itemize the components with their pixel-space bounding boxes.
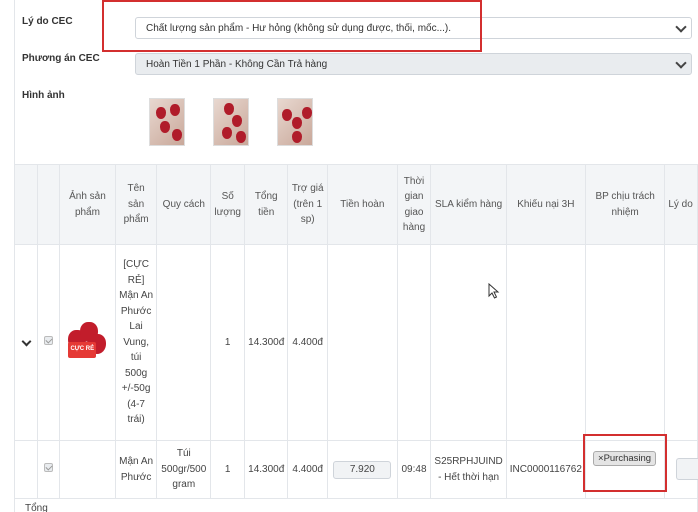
product-image-tag: CỰC RẺ	[68, 342, 97, 358]
product-name: [CỰC RẺ] Mận An Phước Lai Vung, túi 500g…	[114, 244, 158, 441]
col-header-complaint: Khiếu nại 3H	[505, 164, 586, 245]
evidence-image-3[interactable]	[277, 98, 313, 146]
col-header-subsidy: Trợ giá (trên 1 sp)	[287, 164, 329, 245]
chevron-down-icon	[675, 21, 687, 33]
col-header-spec: Quy cách	[156, 164, 212, 245]
sla-status: S25RPHJUIND - Hết thời hạn	[430, 440, 507, 499]
product-image-cell: CỰC RẺ	[59, 244, 116, 441]
chevron-down-icon	[675, 57, 687, 69]
table-header-row: Ảnh sản phẩm Tên sản phẩm Quy cách Số lư…	[13, 164, 698, 245]
plan-select[interactable]: Hoàn Tiền 1 Phần - Không Cần Trả hàng	[135, 53, 692, 75]
refund-input[interactable]: 7.920	[333, 460, 392, 479]
col-header-expand	[13, 164, 39, 245]
reason-input[interactable]	[676, 458, 698, 480]
reason-label: Lý do CEC	[22, 16, 73, 27]
col-header-select	[37, 164, 61, 245]
images-label: Hình ảnh	[22, 90, 65, 101]
table-row: CỰC RẺ [CỰC RẺ] Mận An Phước Lai Vung, t…	[13, 244, 698, 441]
checkbox-icon	[44, 462, 54, 472]
product-total: 14.300đ	[244, 244, 289, 441]
col-header-name: Tên sản phẩm	[114, 164, 158, 245]
col-header-qty: Số lượng	[210, 164, 246, 245]
col-header-reason: Lý do	[664, 164, 698, 245]
col-header-refund: Tiền hoàn	[327, 164, 398, 245]
evidence-image-2[interactable]	[213, 98, 249, 146]
highlight-reason	[102, 0, 482, 52]
sub-product-subsidy: 4.400đ	[287, 440, 329, 499]
sub-product-qty: 1	[210, 440, 246, 499]
product-subsidy: 4.400đ	[287, 244, 329, 441]
col-header-image: Ảnh sản phẩm	[59, 164, 116, 245]
col-header-department: BP chịu trách nhiệm	[584, 164, 666, 245]
evidence-image-1[interactable]	[149, 98, 185, 146]
highlight-department	[583, 434, 667, 492]
complaint-id: INC0000116762	[505, 440, 586, 499]
col-header-sla: SLA kiểm hàng	[430, 164, 507, 245]
product-spec	[156, 244, 212, 441]
sub-product-spec: Túi 500gr/500 gram	[156, 440, 212, 499]
col-header-delivery-time: Thời gian giao hàng	[396, 164, 432, 245]
product-qty: 1	[210, 244, 246, 441]
delivery-time: 09:48	[396, 440, 432, 499]
sub-product-total: 14.300đ	[244, 440, 289, 499]
plan-label: Phương án CEC	[22, 53, 100, 64]
table-footer-row: Tổng	[13, 498, 698, 512]
product-image[interactable]: CỰC RẺ	[64, 320, 110, 360]
chevron-down-icon	[21, 336, 32, 347]
expand-toggle[interactable]	[13, 244, 39, 441]
col-header-total: Tổng tiền	[244, 164, 289, 245]
total-label: Tổng	[13, 498, 60, 512]
sub-product-name: Mận An Phước	[114, 440, 158, 499]
checkbox-icon	[44, 335, 54, 345]
sub-row-checkbox[interactable]	[37, 440, 61, 499]
plan-select-value: Hoàn Tiền 1 Phần - Không Cần Trả hàng	[146, 59, 328, 70]
row-checkbox[interactable]	[37, 244, 61, 441]
